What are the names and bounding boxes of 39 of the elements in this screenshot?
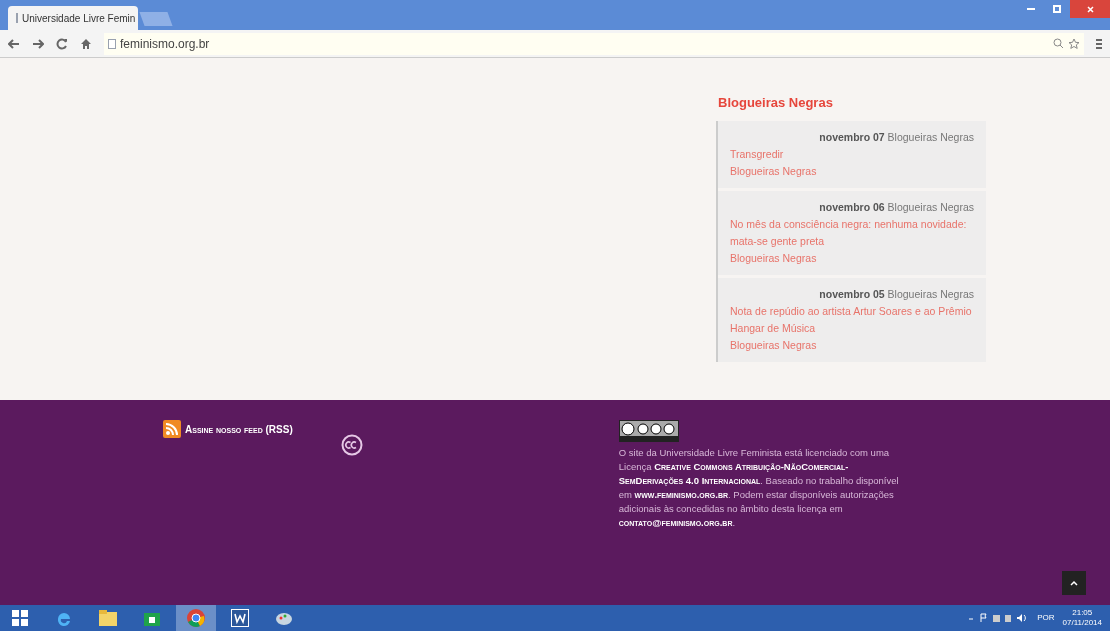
browser-tab[interactable]: Universidade Livre Femin	[8, 6, 138, 30]
source-link[interactable]: Blogueiras Negras	[730, 336, 974, 354]
forward-icon[interactable]	[32, 38, 44, 49]
creative-commons-icon	[340, 434, 363, 456]
star-icon[interactable]	[1068, 37, 1080, 50]
word-document-icon	[230, 608, 250, 628]
post-date: novembro 05	[819, 287, 885, 300]
license-badge-icon[interactable]	[618, 420, 679, 442]
sidebar-title: Blogueiras Negras	[717, 94, 834, 112]
post-source: Blogueiras Negras	[887, 130, 974, 143]
post-source: Blogueiras Negras	[887, 287, 974, 300]
tab-title: Universidade Livre Femin	[22, 11, 136, 26]
language-indicator[interactable]: POR	[1037, 612, 1055, 624]
clock[interactable]: 21:05 07/11/2014	[1062, 608, 1102, 628]
post-title-link[interactable]: Nota de repúdio ao artista Artur Soares e ao Prêmio Hangar de Música	[730, 302, 974, 337]
url-text: feminismo.org.br	[120, 35, 210, 53]
reload-icon[interactable]	[56, 37, 68, 50]
source-link[interactable]: Blogueiras Negras	[730, 249, 974, 267]
browser-circle-icon	[186, 608, 206, 628]
page-icon	[108, 38, 116, 49]
license-text: O site da Universidade Livre Feminista está licenciado com uma Licença Creative Commons Atribuição-NãoComercial-SemDerivações 4.0 Internacional. Baseado no trabalho disponível em www.feminismo.org.br. Podem estar disponíveis autorizações adicionais às concedidas no âmbito desta licença em contato@feminismo.org.br.	[618, 446, 900, 530]
source-link[interactable]: Blogueiras Negras	[730, 162, 974, 180]
home-icon[interactable]	[80, 37, 92, 50]
close-icon	[1086, 5, 1094, 13]
post-date: novembro 06	[819, 200, 885, 213]
post-title-link[interactable]: No mês da consciência negra: nenhuma novidade: mata-se gente preta	[730, 215, 974, 250]
back-to-top-button[interactable]	[1062, 571, 1086, 595]
search-icon[interactable]	[1053, 38, 1064, 49]
post-title-link[interactable]: Transgredir	[730, 145, 974, 163]
menu-icon[interactable]	[1096, 38, 1102, 49]
rss-link[interactable]: Assine nosso feed (RSS)	[185, 422, 293, 437]
folder-icon	[98, 609, 118, 627]
rss-icon[interactable]	[163, 420, 181, 438]
post-date: novembro 07	[819, 130, 885, 143]
post-source: Blogueiras Negras	[887, 200, 974, 213]
address-bar[interactable]: feminismo.org.br	[104, 32, 1084, 55]
caret-up-icon	[1070, 580, 1078, 586]
back-icon[interactable]	[8, 38, 20, 49]
windows-start-icon[interactable]	[12, 610, 28, 626]
